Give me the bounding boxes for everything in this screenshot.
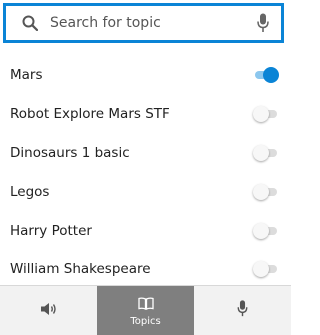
topic-list: Mars Robot Explore Mars STF Dinosaurs 1 …	[0, 56, 291, 289]
topic-label: Legos	[10, 183, 50, 200]
topic-label: Robot Explore Mars STF	[10, 106, 170, 123]
topic-row-dinosaurs[interactable]: Dinosaurs 1 basic	[0, 134, 291, 173]
topic-row-mars[interactable]: Mars	[0, 56, 291, 95]
topic-toggle[interactable]	[253, 105, 279, 123]
bottom-tab-bar: Topics	[0, 285, 291, 335]
topic-toggle[interactable]	[253, 260, 279, 278]
topic-toggle[interactable]	[253, 183, 279, 201]
tab-microphone[interactable]	[194, 286, 291, 335]
topic-row-william-shakespeare[interactable]: William Shakespeare	[0, 250, 291, 289]
tab-topics-label: Topics	[130, 315, 161, 327]
topic-toggle[interactable]	[253, 144, 279, 162]
microphone-icon[interactable]	[245, 6, 281, 40]
topic-row-robot-explore-mars[interactable]: Robot Explore Mars STF	[0, 95, 291, 134]
topic-row-legos[interactable]: Legos	[0, 172, 291, 211]
speaker-icon	[40, 301, 58, 320]
tab-topics[interactable]: Topics	[97, 286, 194, 335]
topic-label: Dinosaurs 1 basic	[10, 144, 130, 161]
topic-label: William Shakespeare	[10, 261, 151, 278]
topic-row-harry-potter[interactable]: Harry Potter	[0, 211, 291, 250]
topic-label: Mars	[10, 67, 43, 84]
microphone-icon	[237, 300, 248, 321]
search-bar[interactable]	[3, 3, 284, 43]
search-input[interactable]	[48, 6, 245, 40]
tab-sound[interactable]	[0, 286, 97, 335]
book-icon	[137, 295, 154, 314]
topic-label: Harry Potter	[10, 222, 92, 239]
search-icon	[12, 6, 48, 40]
topic-toggle[interactable]	[253, 222, 279, 240]
topic-toggle[interactable]	[253, 66, 279, 84]
